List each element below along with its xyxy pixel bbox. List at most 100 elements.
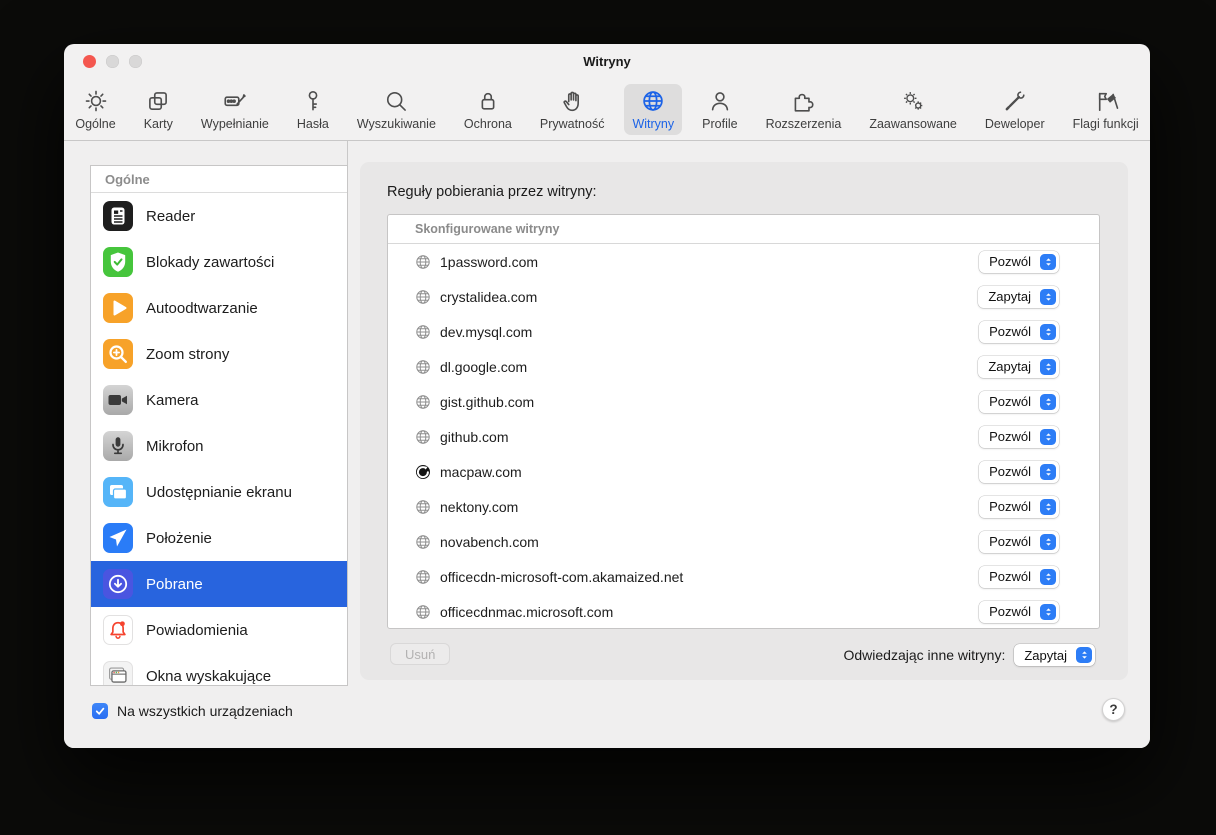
- toolbar-tab-witryny[interactable]: Witryny: [624, 83, 683, 135]
- toolbar-tab-prywatnosc[interactable]: Prywatność: [532, 84, 613, 135]
- site-domain: novabench.com: [440, 533, 539, 550]
- globe-favicon-icon: [415, 324, 431, 340]
- sidebar-item-reader[interactable]: Reader: [91, 193, 347, 239]
- toolbar-tab-wyszukiwanie[interactable]: Wyszukiwanie: [349, 84, 444, 135]
- table-row[interactable]: officecdn-microsoft-com.akamaized.net Poz…: [388, 559, 1099, 594]
- toolbar-tab-label: Wypełnianie: [200, 116, 269, 131]
- all-devices-checkbox[interactable]: [92, 703, 108, 719]
- toolbar-tab-hasla[interactable]: Hasła: [289, 84, 337, 135]
- toolbar-tab-flagi-funkcji[interactable]: Flagi funkcji: [1065, 84, 1147, 135]
- sidebar-item-pobrane[interactable]: Pobrane: [91, 561, 347, 607]
- toolbar-tab-label: Deweloper: [984, 116, 1045, 131]
- sidebar-item-zoom-strony[interactable]: Zoom strony: [91, 331, 347, 377]
- popup-window-icon: [103, 661, 133, 685]
- toolbar-tab-label: Ogólne: [75, 116, 116, 131]
- globe-favicon-icon: [415, 499, 431, 515]
- toolbar-tab-label: Rozszerzenia: [765, 116, 842, 131]
- all-devices-label: Na wszystkich urządzeniach: [117, 703, 293, 719]
- table-row[interactable]: gist.github.com Pozwól: [388, 384, 1099, 419]
- download-rule-select[interactable]: Pozwól: [979, 495, 1059, 518]
- sidebar-item-label: Kamera: [146, 391, 199, 409]
- toolbar-tab-deweloper[interactable]: Deweloper: [977, 84, 1053, 135]
- key-icon: [300, 88, 326, 115]
- close-window-icon[interactable]: [83, 55, 96, 68]
- toolbar-tab-profile[interactable]: Profile: [694, 84, 745, 135]
- sidebar-item-label: Zoom strony: [146, 345, 230, 363]
- content-area: Ogólne Reader Blokady zawartości Autoodtwa…: [64, 141, 1150, 748]
- other-sites-label: Odwiedzając inne witryny:: [843, 647, 1006, 663]
- toolbar-tab-ochrona[interactable]: Ochrona: [456, 84, 520, 135]
- download-rule-value: Pozwól: [989, 429, 1031, 444]
- sidebar-list: Reader Blokady zawartości Autoodtwarzanie Z…: [91, 193, 347, 685]
- toolbar-tab-label: Ochrona: [463, 116, 512, 131]
- chevron-up-down-icon: [1040, 288, 1056, 305]
- sidebar-item-udostepnianie-ekranu[interactable]: Udostępnianie ekranu: [91, 469, 347, 515]
- globe-favicon-icon: [415, 604, 431, 620]
- download-rule-select[interactable]: Pozwól: [979, 565, 1059, 588]
- table-row[interactable]: dev.mysql.com Pozwól: [388, 314, 1099, 349]
- site-domain: 1password.com: [440, 253, 539, 270]
- sidebar-item-powiadomienia[interactable]: Powiadomienia: [91, 607, 347, 653]
- sidebar-item-blokady-zawartosci[interactable]: Blokady zawartości: [91, 239, 347, 285]
- download-rule-value: Pozwól: [989, 569, 1031, 584]
- chevron-up-down-icon: [1040, 568, 1056, 585]
- table-row[interactable]: 1password.com Pozwól: [388, 244, 1099, 279]
- sidebar-item-autoodtwarzanie[interactable]: Autoodtwarzanie: [91, 285, 347, 331]
- download-circle-icon: [103, 569, 133, 599]
- download-rule-value: Pozwól: [989, 324, 1031, 339]
- remove-button[interactable]: Usuń: [390, 643, 451, 665]
- sidebar-item-label: Blokady zawartości: [146, 253, 275, 271]
- toolbar-tab-label: Zaawansowane: [869, 116, 957, 131]
- toolbar-tab-karty[interactable]: Karty: [136, 84, 181, 135]
- download-rule-value: Pozwól: [989, 254, 1031, 269]
- chevron-up-down-icon: [1040, 463, 1056, 480]
- download-rule-select[interactable]: Pozwól: [979, 600, 1059, 623]
- sidebar-item-label: Udostępnianie ekranu: [146, 483, 292, 501]
- toolbar-tab-label: Wyszukiwanie: [356, 116, 436, 131]
- location-arrow-icon: [103, 523, 133, 553]
- download-rule-select[interactable]: Zapytaj: [978, 355, 1059, 378]
- table-row[interactable]: macpaw.com Pozwól: [388, 454, 1099, 489]
- toolbar-tab-ogolne[interactable]: Ogólne: [67, 84, 123, 135]
- table-row[interactable]: officecdnmac.microsoft.com Pozwól: [388, 594, 1099, 628]
- toolbar-tab-zaawansowane[interactable]: Zaawansowane: [861, 84, 965, 135]
- site-domain: officecdnmac.microsoft.com: [440, 603, 614, 620]
- download-rule-select[interactable]: Zapytaj: [978, 285, 1059, 308]
- download-rule-select[interactable]: Pozwól: [979, 460, 1059, 483]
- table-row[interactable]: crystalidea.com Zapytaj: [388, 279, 1099, 314]
- site-domain: gist.github.com: [440, 393, 535, 410]
- minimize-window-icon[interactable]: [106, 55, 119, 68]
- download-rule-select[interactable]: Pozwól: [979, 390, 1059, 413]
- download-rule-value: Pozwól: [989, 394, 1031, 409]
- person-icon: [707, 88, 733, 115]
- chevron-up-down-icon: [1040, 603, 1056, 620]
- hand-icon: [559, 88, 585, 115]
- table-row[interactable]: github.com Pozwól: [388, 419, 1099, 454]
- download-rule-select[interactable]: Pozwól: [979, 250, 1059, 273]
- toolbar-tab-rozszerzenia[interactable]: Rozszerzenia: [758, 84, 850, 135]
- table-row[interactable]: dl.google.com Zapytaj: [388, 349, 1099, 384]
- toolbar-tab-wypelnianie[interactable]: Wypełnianie: [193, 84, 277, 135]
- mic-icon: [103, 431, 133, 461]
- sidebar-item-kamera[interactable]: Kamera: [91, 377, 347, 423]
- table-row[interactable]: novabench.com Pozwól: [388, 524, 1099, 559]
- sidebar-item-mikrofon[interactable]: Mikrofon: [91, 423, 347, 469]
- sidebar: Ogólne Reader Blokady zawartości Autoodtwa…: [90, 165, 348, 686]
- table-row[interactable]: nektony.com Pozwól: [388, 489, 1099, 524]
- download-rule-select[interactable]: Pozwól: [979, 425, 1059, 448]
- zoom-window-icon[interactable]: [129, 55, 142, 68]
- sidebar-item-okna-wyskakujace[interactable]: Okna wyskakujące: [91, 653, 347, 685]
- download-rule-select[interactable]: Pozwól: [979, 530, 1059, 553]
- site-domain: macpaw.com: [440, 463, 522, 480]
- sidebar-item-label: Położenie: [146, 529, 212, 547]
- help-button[interactable]: ?: [1102, 698, 1125, 721]
- toolbar-tab-label: Prywatność: [539, 116, 605, 131]
- download-rule-select[interactable]: Pozwól: [979, 320, 1059, 343]
- site-domain: nektony.com: [440, 498, 519, 515]
- globe-favicon-icon: [415, 534, 431, 550]
- other-sites-select[interactable]: Zapytaj: [1014, 644, 1095, 666]
- chevron-up-down-icon: [1040, 358, 1056, 375]
- sidebar-item-polozenie[interactable]: Położenie: [91, 515, 347, 561]
- window-title: Witryny: [583, 53, 631, 69]
- sidebar-header: Ogólne: [91, 166, 347, 193]
